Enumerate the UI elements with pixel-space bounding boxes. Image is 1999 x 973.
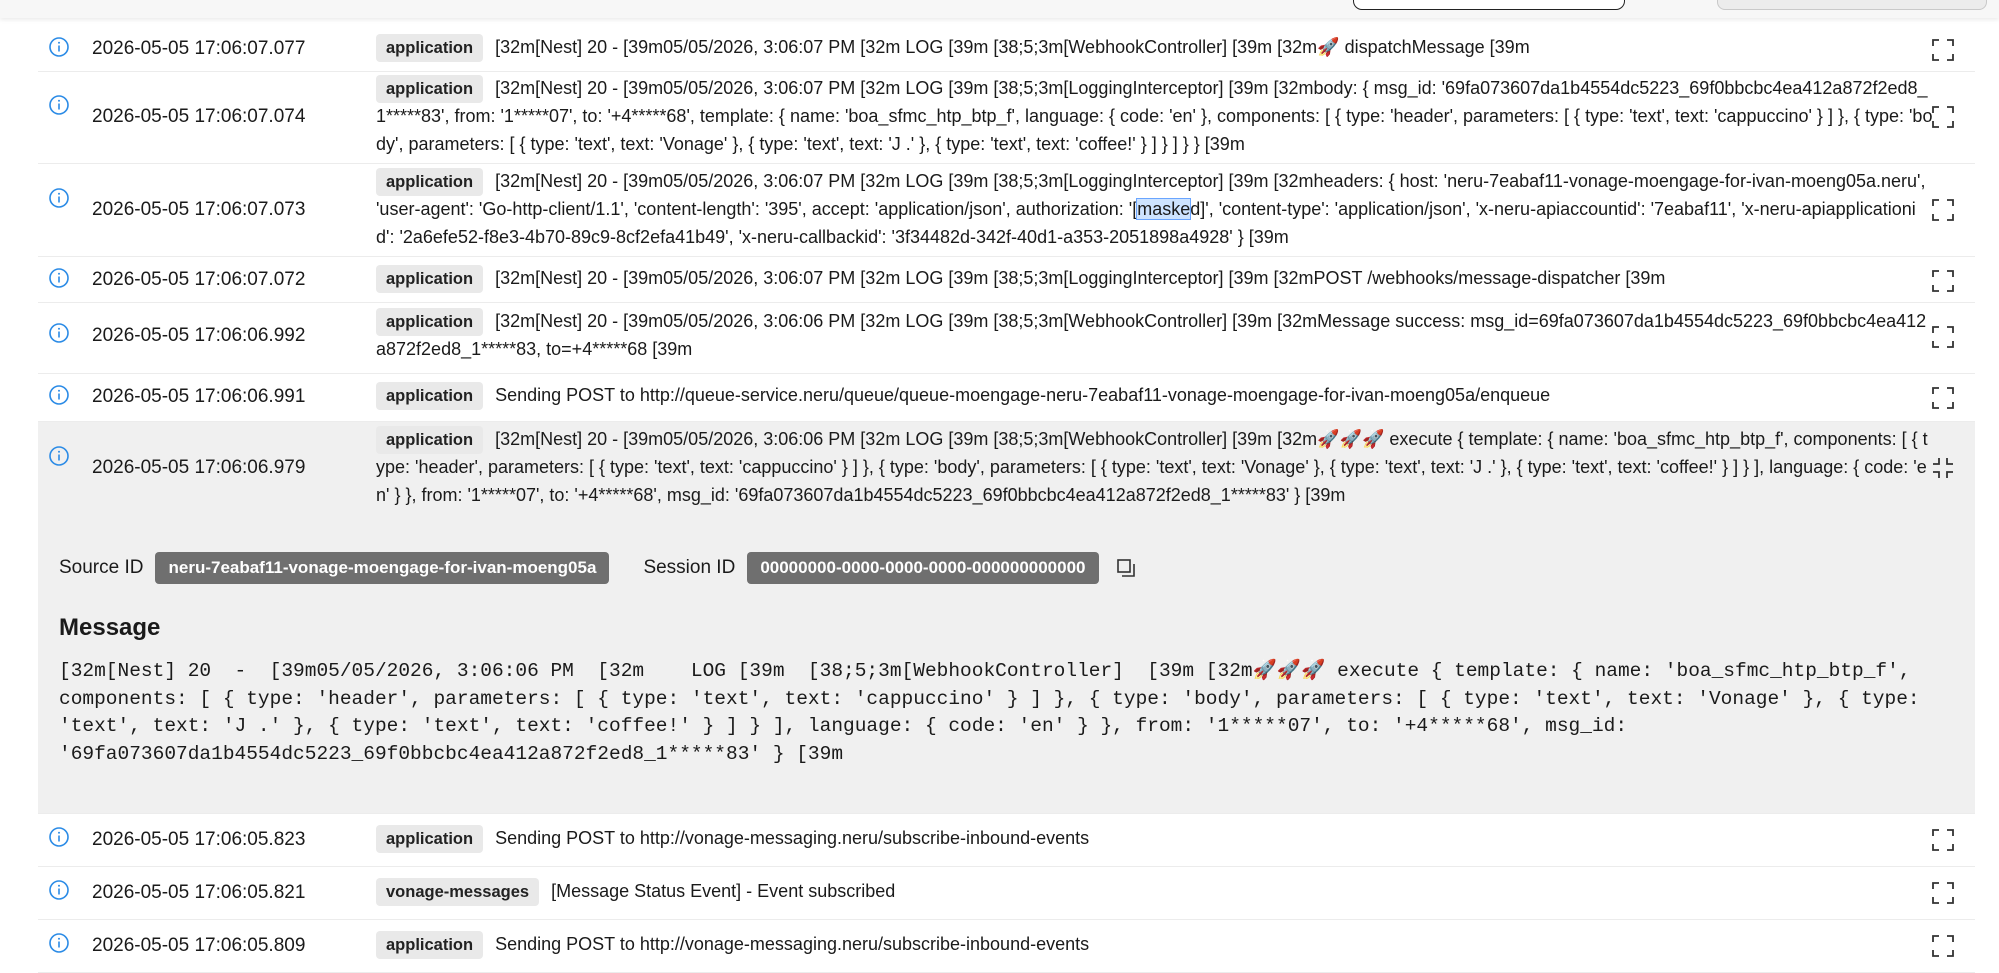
detail-meta: Source ID neru-7eabaf11-vonage-moengage-… xyxy=(59,552,1137,584)
log-message: application [32m[Nest] 20 - [39m05/05/202… xyxy=(376,426,1934,509)
log-text: [Message Status Event] - Event subscribe… xyxy=(551,881,896,901)
log-row-selected[interactable]: 2026-05-05 17:06:06.979 application [32m[… xyxy=(38,422,1975,514)
source-badge: application xyxy=(376,265,484,293)
top-toolbar xyxy=(0,0,1999,18)
log-timestamp: 2026-05-05 17:06:06.979 xyxy=(92,457,306,478)
info-icon[interactable] xyxy=(48,445,70,467)
info-icon[interactable] xyxy=(48,826,70,848)
message-body: [32m[Nest] 20 - [39m05/05/2026, 3:06:06 … xyxy=(59,660,1932,765)
info-icon[interactable] xyxy=(48,36,70,58)
copy-icon[interactable] xyxy=(1115,557,1137,579)
log-timestamp: 2026-05-05 17:06:07.074 xyxy=(92,106,306,127)
expand-icon[interactable] xyxy=(1931,934,1955,958)
log-timestamp: 2026-05-05 17:06:07.077 xyxy=(92,38,306,59)
log-timestamp: 2026-05-05 17:06:07.072 xyxy=(92,269,306,290)
log-list: 2026-05-05 17:06:07.077 application [32m[… xyxy=(38,26,1975,973)
log-row[interactable]: 2026-05-05 17:06:07.077 application [32m[… xyxy=(38,26,1975,72)
expand-icon[interactable] xyxy=(1931,269,1955,293)
info-icon[interactable] xyxy=(48,932,70,954)
info-icon[interactable] xyxy=(48,94,70,116)
source-badge: application xyxy=(376,382,484,410)
log-text: [32m[Nest] 20 - [39m05/05/2026, 3:06:07 … xyxy=(495,268,1666,288)
log-timestamp: 2026-05-05 17:06:06.992 xyxy=(92,325,306,346)
log-row[interactable]: 2026-05-05 17:06:07.074 application [32m[… xyxy=(38,72,1975,164)
log-message: application [32m[Nest] 20 - [39m05/05/202… xyxy=(376,168,1934,251)
log-message: vonage-messages [Message Status Event] - … xyxy=(376,878,1934,906)
selected-text: maske xyxy=(1136,198,1192,220)
filter-dropdown[interactable] xyxy=(1717,0,1987,10)
expand-icon[interactable] xyxy=(1931,325,1955,349)
log-text: Sending POST to http://vonage-messaging.… xyxy=(495,828,1090,848)
info-icon[interactable] xyxy=(48,384,70,406)
log-text: [32m[Nest] 20 - [39m05/05/2026, 3:06:07 … xyxy=(376,78,1933,154)
log-row[interactable]: 2026-05-05 17:06:05.821 vonage-messages [… xyxy=(38,867,1975,920)
log-timestamp: 2026-05-05 17:06:05.821 xyxy=(92,882,306,903)
log-row[interactable]: 2026-05-05 17:06:07.072 application [32m[… xyxy=(38,257,1975,303)
session-id-chip[interactable]: 00000000-0000-0000-0000-000000000000 xyxy=(747,552,1099,584)
log-row[interactable]: 2026-05-05 17:06:07.073 application [32m[… xyxy=(38,164,1975,257)
log-message: application [32m[Nest] 20 - [39m05/05/202… xyxy=(376,265,1934,293)
info-icon[interactable] xyxy=(48,267,70,289)
log-timestamp: 2026-05-05 17:06:05.823 xyxy=(92,829,306,850)
expand-icon[interactable] xyxy=(1931,386,1955,410)
log-message: application Sending POST to http://vonage… xyxy=(376,825,1934,853)
log-timestamp: 2026-05-05 17:06:06.991 xyxy=(92,386,306,407)
info-icon[interactable] xyxy=(48,187,70,209)
expand-icon[interactable] xyxy=(1931,38,1955,62)
log-row[interactable]: 2026-05-05 17:06:05.823 application Sendi… xyxy=(38,814,1975,867)
log-message: application Sending POST to http://vonage… xyxy=(376,931,1934,959)
log-text: [32m[Nest] 20 - [39m05/05/2026, 3:06:07 … xyxy=(495,37,1530,57)
search-field[interactable] xyxy=(1353,0,1625,10)
source-id-label: Source ID xyxy=(59,557,144,578)
source-id-chip[interactable]: neru-7eabaf11-vonage-moengage-for-ivan-m… xyxy=(155,552,610,584)
expand-icon[interactable] xyxy=(1931,105,1955,129)
expand-icon[interactable] xyxy=(1931,198,1955,222)
log-timestamp: 2026-05-05 17:06:07.073 xyxy=(92,199,306,220)
log-text: Sending POST to http://vonage-messaging.… xyxy=(495,934,1090,954)
log-row[interactable]: 2026-05-05 17:06:06.991 application Sendi… xyxy=(38,374,1975,422)
log-message: application [32m[Nest] 20 - [39m05/05/202… xyxy=(376,308,1934,364)
log-message: application [32m[Nest] 20 - [39m05/05/202… xyxy=(376,34,1934,62)
source-badge: application xyxy=(376,75,484,103)
source-badge: application xyxy=(376,168,484,196)
log-detail-panel: Source ID neru-7eabaf11-vonage-moengage-… xyxy=(38,514,1975,814)
source-badge: vonage-messages xyxy=(376,878,540,906)
log-row[interactable]: 2026-05-05 17:06:05.809 application Sendi… xyxy=(38,920,1975,973)
source-badge: application xyxy=(376,426,484,454)
info-icon[interactable] xyxy=(48,879,70,901)
info-icon[interactable] xyxy=(48,322,70,344)
session-id-label: Session ID xyxy=(643,557,736,578)
source-badge: application xyxy=(376,34,484,62)
log-timestamp: 2026-05-05 17:06:05.809 xyxy=(92,935,306,956)
expand-icon[interactable] xyxy=(1931,828,1955,852)
log-row[interactable]: 2026-05-05 17:06:06.992 application [32m[… xyxy=(38,303,1975,374)
log-text: [32m[Nest] 20 - [39m05/05/2026, 3:06:06 … xyxy=(376,311,1927,359)
source-badge: application xyxy=(376,825,484,853)
log-text: Sending POST to http://queue-service.ner… xyxy=(495,385,1551,405)
log-message: application [32m[Nest] 20 - [39m05/05/202… xyxy=(376,75,1934,158)
log-message: application Sending POST to http://queue-… xyxy=(376,382,1934,410)
collapse-icon[interactable] xyxy=(1931,456,1955,480)
source-badge: application xyxy=(376,308,484,336)
source-badge: application xyxy=(376,931,484,959)
message-heading: Message xyxy=(59,614,161,641)
log-text: [32m[Nest] 20 - [39m05/05/2026, 3:06:06 … xyxy=(376,429,1928,505)
expand-icon[interactable] xyxy=(1931,881,1955,905)
